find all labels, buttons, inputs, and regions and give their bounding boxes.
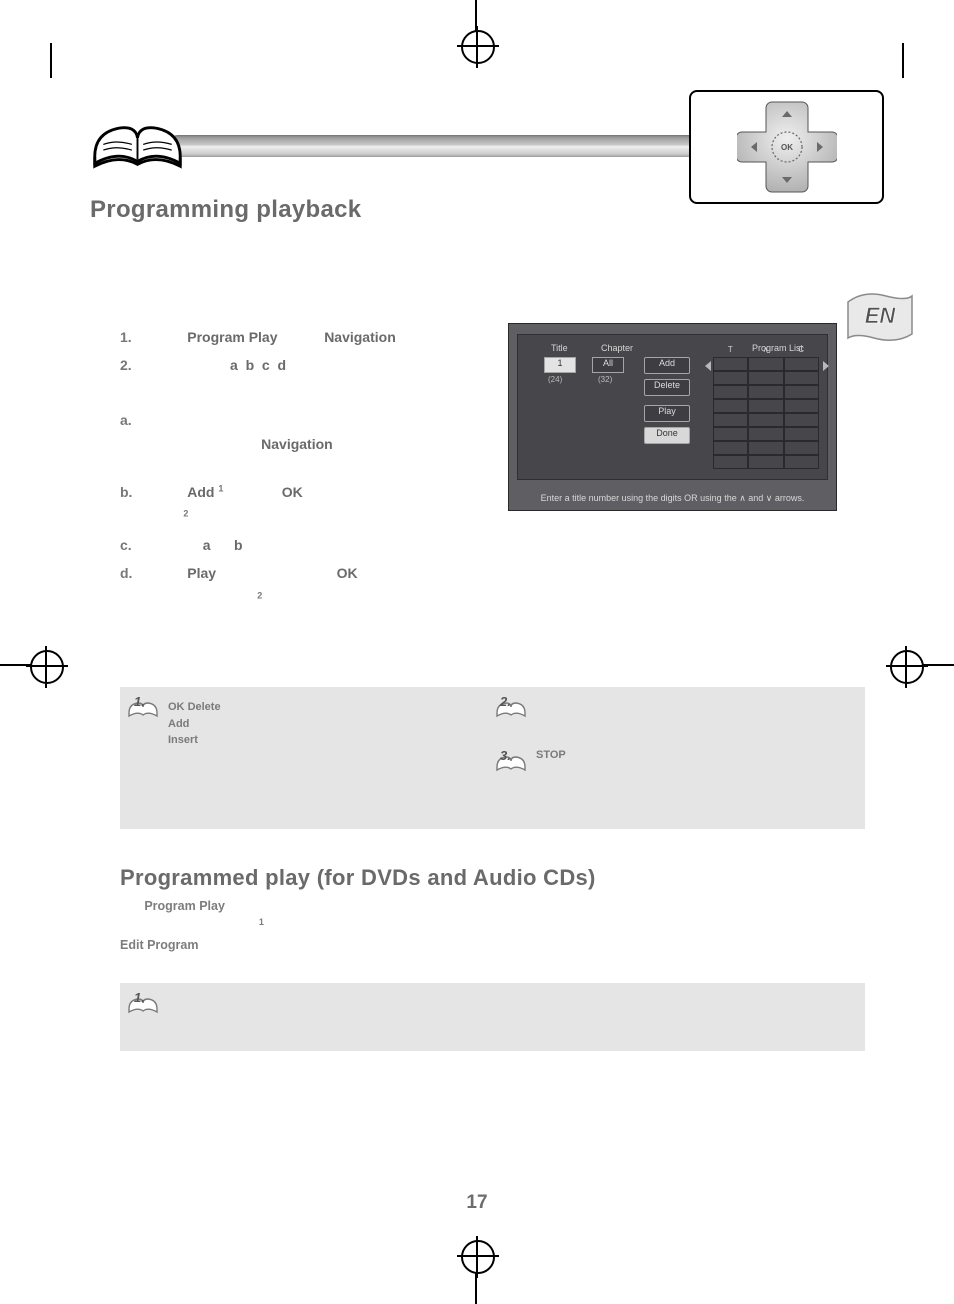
svg-text:1.: 1.	[134, 694, 145, 709]
triangle-left-icon	[705, 361, 711, 371]
step-b-line2: 2	[120, 507, 488, 529]
step-label: a	[203, 537, 211, 553]
tip-label: Delete	[188, 701, 221, 713]
section-heading: Programmed play (for DVDs and Audio CDs)	[120, 865, 854, 891]
step-label: Navigation	[261, 436, 333, 452]
step-number: 1.	[120, 327, 160, 349]
ss-done-button[interactable]: Done	[644, 427, 690, 444]
tip-icon: 1.	[126, 693, 160, 721]
ss-th: C	[798, 345, 804, 354]
para-label: Program Play	[144, 899, 225, 913]
svg-text:1.: 1.	[134, 990, 145, 1005]
tip-box-1: 1. OK Delete Add Insert	[120, 687, 520, 829]
dpad-illustration: OK	[689, 90, 884, 204]
svg-text:3.: 3.	[500, 748, 511, 763]
tip-icon: 3.	[494, 747, 528, 775]
step-c: c. a b	[120, 535, 488, 557]
superscript: 1	[218, 483, 223, 493]
step-2: 2. a b c d	[120, 355, 488, 377]
tip-label: Insert	[168, 734, 198, 746]
page-header: OK Programming playback	[70, 110, 884, 240]
section-paragraph: Program Play 1 Edit Program	[120, 897, 854, 954]
ss-delete-button[interactable]: Delete	[644, 379, 690, 396]
page-number: 17	[0, 1192, 954, 1214]
step-label: OK	[337, 565, 358, 581]
tip-label: OK	[168, 701, 185, 713]
tip-label: Add	[168, 718, 189, 730]
svg-text:OK: OK	[781, 143, 793, 152]
step-a-line2: Navigation	[120, 434, 488, 456]
superscript: 1	[259, 917, 264, 927]
ss-play-button[interactable]: Play	[644, 405, 690, 422]
steps-list: 1. Program Play Navigation 2. a b c d a.	[120, 327, 488, 610]
ss-program-table	[713, 357, 819, 469]
superscript: 2	[257, 590, 262, 600]
tip-label: STOP	[536, 749, 566, 761]
step-label: Program Play	[187, 329, 277, 345]
ss-th: ∧	[763, 345, 769, 354]
trim-mark	[50, 43, 52, 78]
step-label: b	[234, 537, 243, 553]
ss-add-button[interactable]: Add	[644, 357, 690, 374]
trim-mark	[902, 43, 904, 78]
step-number: 2.	[120, 355, 160, 377]
tip-box-2-3: 2. 3. STOP	[488, 687, 865, 829]
tip-box-section2: 1.	[120, 983, 865, 1051]
step-1: 1. Program Play Navigation	[120, 327, 488, 349]
step-a: a.	[120, 410, 488, 432]
step-d-line2: 2	[120, 589, 488, 611]
tip-icon: 1.	[126, 989, 160, 1017]
step-label: Navigation	[324, 329, 396, 345]
step-label: Add	[187, 484, 214, 500]
triangle-right-icon	[823, 361, 829, 371]
ss-chapter-input[interactable]: All	[592, 357, 624, 373]
program-play-screenshot: Title Chapter Program List 1 All (24) (3…	[508, 323, 837, 511]
svg-text:EN: EN	[865, 303, 897, 328]
ss-chapter-count: (32)	[598, 375, 612, 384]
step-number: c.	[120, 535, 160, 557]
ss-table-header: T ∧ C	[713, 345, 819, 354]
ss-help-text: Enter a title number using the digits OR…	[509, 493, 836, 504]
ss-th: T	[728, 345, 733, 354]
step-label: OK	[282, 484, 303, 500]
section-programmed-play: Programmed play (for DVDs and Audio CDs)…	[120, 865, 854, 954]
ss-chapter-label: Chapter	[601, 343, 633, 353]
superscript: 2	[183, 509, 188, 519]
ss-title-input[interactable]: 1	[544, 357, 576, 373]
step-label: a b c d	[230, 357, 286, 373]
step-b: b. Add 1 OK	[120, 482, 488, 504]
step-number: a.	[120, 410, 160, 432]
language-tab: EN	[846, 290, 914, 344]
step-number: d.	[120, 563, 160, 585]
step-number: b.	[120, 482, 160, 504]
ss-title-label: Title	[551, 343, 568, 353]
svg-text:2.: 2.	[499, 694, 511, 709]
book-icon	[90, 100, 185, 185]
para-label: Edit Program	[120, 938, 199, 952]
ss-title-count: (24)	[548, 375, 562, 384]
step-label: Play	[187, 565, 216, 581]
step-d: d. Play OK	[120, 563, 488, 585]
tip-icon: 2.	[494, 693, 528, 721]
page-title: Programming playback	[90, 196, 361, 224]
page-content: 1. Program Play Navigation 2. a b c d a.	[120, 327, 854, 616]
